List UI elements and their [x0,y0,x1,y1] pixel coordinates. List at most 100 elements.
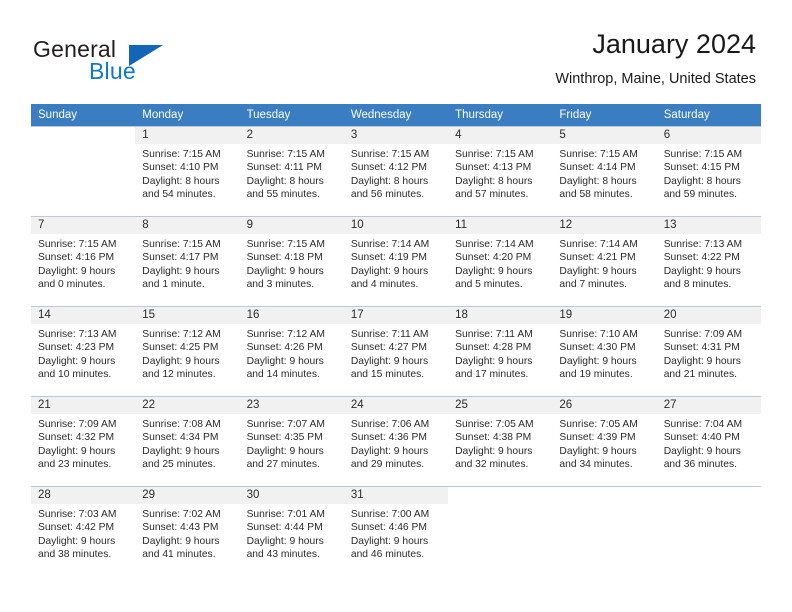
calendar-cell: 18 Sunrise: 7:11 AM Sunset: 4:28 PM Dayligh… [448,306,553,396]
day-number: 16 [239,307,344,324]
daylight-duration-line1: Daylight: 9 hours [246,445,324,457]
day-number: 17 [343,307,449,324]
calendar-day[interactable]: 28 Sunrise: 7:03 AM Sunset: 4:42 PM Dayligh… [31,486,136,576]
calendar-week-row: 7 Sunrise: 7:15 AM Sunset: 4:16 PM Daylight… [31,216,761,306]
sunset-time: Sunset: 4:14 PM [559,162,636,174]
calendar-day[interactable]: 9 Sunrise: 7:15 AM Sunset: 4:18 PM Daylight… [239,216,344,306]
day-number: 5 [552,127,657,144]
calendar-day[interactable]: 1 Sunrise: 7:15 AM Sunset: 4:10 PM Daylight… [135,126,240,216]
sunrise-time: Sunrise: 7:15 AM [142,239,221,250]
daylight-duration-line1: Daylight: 9 hours [350,535,429,547]
day-number: 22 [135,397,240,414]
sunrise-time: Sunrise: 7:15 AM [38,239,117,250]
calendar-cell [448,486,553,576]
calendar-day[interactable]: 18 Sunrise: 7:11 AM Sunset: 4:28 PM Dayligh… [448,306,553,396]
daylight-duration-line2: and 12 minutes. [142,369,216,381]
daylight-duration-line1: Daylight: 9 hours [663,265,741,277]
daylight-duration-line1: Daylight: 9 hours [663,355,741,367]
calendar-cell [552,486,657,576]
calendar-day[interactable]: 3 Sunrise: 7:15 AM Sunset: 4:12 PM Daylight… [343,126,449,216]
daylight-duration-line2: and 55 minutes. [246,189,320,201]
sunset-time: Sunset: 4:25 PM [142,342,219,354]
calendar-cell: 29 Sunrise: 7:02 AM Sunset: 4:43 PM Dayligh… [135,486,240,576]
calendar-day[interactable]: 8 Sunrise: 7:15 AM Sunset: 4:17 PM Daylight… [135,216,240,306]
calendar-day[interactable]: 15 Sunrise: 7:12 AM Sunset: 4:25 PM Dayligh… [135,306,240,396]
sunrise-time: Sunrise: 7:14 AM [559,239,638,250]
sunset-time: Sunset: 4:34 PM [142,432,219,444]
sunset-time: Sunset: 4:32 PM [38,432,115,444]
calendar-day[interactable]: 13 Sunrise: 7:13 AM Sunset: 4:22 PM Dayligh… [656,216,761,306]
calendar-day[interactable]: 23 Sunrise: 7:07 AM Sunset: 4:35 PM Dayligh… [239,396,344,486]
daylight-duration-line2: and 29 minutes. [350,459,425,471]
daylight-duration-line2: and 23 minutes. [38,459,112,471]
sunset-time: Sunset: 4:30 PM [559,342,636,354]
calendar-day[interactable]: 5 Sunrise: 7:15 AM Sunset: 4:14 PM Daylight… [552,126,657,216]
weekday-header-monday: Monday [135,104,240,126]
calendar-day[interactable]: 26 Sunrise: 7:05 AM Sunset: 4:39 PM Dayligh… [552,396,657,486]
day-number: 28 [31,487,136,504]
day-number: 7 [31,217,136,234]
calendar-day[interactable]: 11 Sunrise: 7:14 AM Sunset: 4:20 PM Dayligh… [448,216,553,306]
day-number: 14 [31,307,136,324]
calendar-day[interactable]: 29 Sunrise: 7:02 AM Sunset: 4:43 PM Dayligh… [135,486,240,576]
sunrise-time: Sunrise: 7:12 AM [142,329,221,340]
sunrise-time: Sunrise: 7:06 AM [350,419,430,430]
sunrise-time: Sunrise: 7:11 AM [350,329,429,340]
calendar-day[interactable]: 20 Sunrise: 7:09 AM Sunset: 4:31 PM Dayligh… [656,306,761,396]
day-number: 30 [239,487,344,504]
calendar-day[interactable]: 2 Sunrise: 7:15 AM Sunset: 4:11 PM Daylight… [239,126,344,216]
calendar-day[interactable]: 6 Sunrise: 7:15 AM Sunset: 4:15 PM Daylight… [656,126,761,216]
calendar-day[interactable]: 31 Sunrise: 7:00 AM Sunset: 4:46 PM Dayligh… [343,486,449,576]
calendar-cell: 23 Sunrise: 7:07 AM Sunset: 4:35 PM Dayligh… [239,396,344,486]
calendar-cell: 19 Sunrise: 7:10 AM Sunset: 4:30 PM Dayligh… [552,306,657,396]
day-number: 1 [135,127,240,144]
day-number: 6 [656,127,761,144]
page-header: General Blue January 2024 Winthrop, Main… [0,0,792,100]
calendar-day[interactable]: 30 Sunrise: 7:01 AM Sunset: 4:44 PM Dayligh… [239,486,344,576]
daylight-duration-line1: Daylight: 9 hours [455,355,533,367]
calendar-day[interactable]: 4 Sunrise: 7:15 AM Sunset: 4:13 PM Daylight… [448,126,553,216]
calendar-day[interactable]: 21 Sunrise: 7:09 AM Sunset: 4:32 PM Dayligh… [31,396,136,486]
calendar-day[interactable]: 16 Sunrise: 7:12 AM Sunset: 4:26 PM Dayligh… [239,306,344,396]
daylight-duration-line2: and 10 minutes. [38,369,112,381]
calendar-day[interactable]: 22 Sunrise: 7:08 AM Sunset: 4:34 PM Dayligh… [135,396,240,486]
daylight-duration-line2: and 21 minutes. [663,369,737,381]
calendar-cell: 17 Sunrise: 7:11 AM Sunset: 4:27 PM Dayligh… [343,306,449,396]
calendar-table: Sunday Monday Tuesday Wednesday Thursday… [31,104,761,576]
calendar-cell: 8 Sunrise: 7:15 AM Sunset: 4:17 PM Daylight… [135,216,240,306]
calendar-week-row: 14 Sunrise: 7:13 AM Sunset: 4:23 PM Dayligh… [31,306,761,396]
calendar-day[interactable]: 19 Sunrise: 7:10 AM Sunset: 4:30 PM Dayligh… [552,306,657,396]
calendar-cell: 21 Sunrise: 7:09 AM Sunset: 4:32 PM Dayligh… [31,396,136,486]
calendar-day[interactable]: 17 Sunrise: 7:11 AM Sunset: 4:27 PM Dayligh… [343,306,449,396]
day-number: 2 [239,127,344,144]
calendar-day[interactable]: 7 Sunrise: 7:15 AM Sunset: 4:16 PM Daylight… [31,216,136,306]
calendar-cell: 7 Sunrise: 7:15 AM Sunset: 4:16 PM Daylight… [31,216,136,306]
logo-text-blue: Blue [89,58,136,84]
sunrise-time: Sunrise: 7:11 AM [455,329,533,340]
calendar-day[interactable]: 12 Sunrise: 7:14 AM Sunset: 4:21 PM Dayligh… [552,216,657,306]
generalblue-logo[interactable]: General Blue [33,36,213,86]
calendar-page: General Blue January 2024 Winthrop, Main… [0,0,792,612]
calendar-day[interactable]: 24 Sunrise: 7:06 AM Sunset: 4:36 PM Dayligh… [343,396,449,486]
calendar-day[interactable]: 10 Sunrise: 7:14 AM Sunset: 4:19 PM Dayligh… [343,216,449,306]
sunset-time: Sunset: 4:10 PM [142,162,219,174]
calendar-day[interactable]: 14 Sunrise: 7:13 AM Sunset: 4:23 PM Dayligh… [31,306,136,396]
day-number: 31 [343,487,449,504]
day-number: 29 [135,487,240,504]
daylight-duration-line1: Daylight: 9 hours [350,355,429,367]
daylight-duration-line2: and 36 minutes. [663,459,737,471]
sunset-time: Sunset: 4:12 PM [350,162,427,174]
calendar-week-row: 1 Sunrise: 7:15 AM Sunset: 4:10 PM Daylight… [31,126,761,216]
daylight-duration-line1: Daylight: 9 hours [38,445,116,457]
day-details: Sunrise: 7:01 AM Sunset: 4:44 PM Daylight:… [240,504,344,562]
day-details: Sunrise: 7:03 AM Sunset: 4:42 PM Daylight:… [31,504,135,562]
daylight-duration-line1: Daylight: 8 hours [559,175,637,187]
daylight-duration-line2: and 58 minutes. [559,189,633,201]
calendar-day[interactable]: 27 Sunrise: 7:04 AM Sunset: 4:40 PM Dayligh… [656,396,761,486]
weekday-header-friday: Friday [552,104,657,126]
sunrise-time: Sunrise: 7:02 AM [142,509,221,520]
calendar-day[interactable]: 25 Sunrise: 7:05 AM Sunset: 4:38 PM Dayligh… [448,396,553,486]
daylight-duration-line1: Daylight: 8 hours [455,175,533,187]
day-details: Sunrise: 7:00 AM Sunset: 4:46 PM Daylight:… [344,504,448,562]
daylight-duration-line2: and 19 minutes. [559,369,633,381]
